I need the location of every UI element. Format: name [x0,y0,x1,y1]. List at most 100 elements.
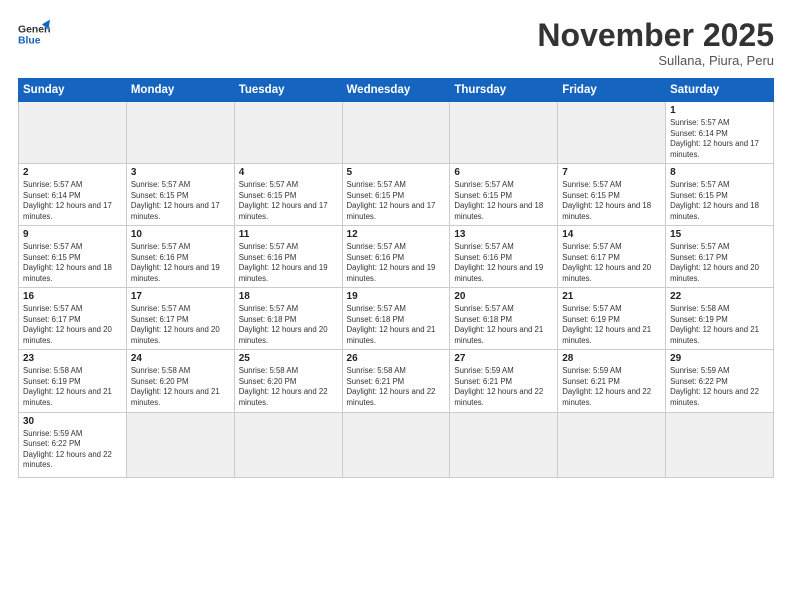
table-row: 8 Sunrise: 5:57 AM Sunset: 6:15 PM Daylig… [666,164,774,226]
table-row [234,102,342,164]
table-row [342,102,450,164]
day-number: 8 [670,167,769,178]
table-row: 28 Sunrise: 5:59 AM Sunset: 6:21 PM Dayli… [558,350,666,412]
day-number: 21 [562,291,661,302]
title-block: November 2025 Sullana, Piura, Peru [537,18,774,68]
table-row [558,412,666,477]
location-subtitle: Sullana, Piura, Peru [537,53,774,68]
table-row [342,412,450,477]
table-row [558,102,666,164]
table-row: 15 Sunrise: 5:57 AM Sunset: 6:17 PM Dayli… [666,226,774,288]
table-row: 6 Sunrise: 5:57 AM Sunset: 6:15 PM Daylig… [450,164,558,226]
day-info: Sunrise: 5:57 AM Sunset: 6:16 PM Dayligh… [454,242,553,284]
day-number: 7 [562,167,661,178]
day-number: 22 [670,291,769,302]
day-info: Sunrise: 5:57 AM Sunset: 6:17 PM Dayligh… [131,304,230,346]
month-title: November 2025 [537,18,774,53]
day-number: 19 [347,291,446,302]
day-number: 13 [454,229,553,240]
day-info: Sunrise: 5:57 AM Sunset: 6:15 PM Dayligh… [562,180,661,222]
day-number: 14 [562,229,661,240]
day-info: Sunrise: 5:57 AM Sunset: 6:16 PM Dayligh… [239,242,338,284]
header-monday: Monday [126,79,234,102]
day-number: 12 [347,229,446,240]
day-number: 25 [239,353,338,364]
table-row: 12Sunrise: 5:57 AM Sunset: 6:16 PM Dayli… [342,226,450,288]
table-row: 29 Sunrise: 5:59 AM Sunset: 6:22 PM Dayli… [666,350,774,412]
table-row: 22 Sunrise: 5:58 AM Sunset: 6:19 PM Dayli… [666,288,774,350]
day-info: Sunrise: 5:57 AM Sunset: 6:19 PM Dayligh… [562,304,661,346]
table-row: 1Sunrise: 5:57 AM Sunset: 6:14 PM Daylig… [666,102,774,164]
day-info: Sunrise: 5:57 AM Sunset: 6:15 PM Dayligh… [454,180,553,222]
day-number: 17 [131,291,230,302]
calendar-header-row: Sunday Monday Tuesday Wednesday Thursday… [19,79,774,102]
header-friday: Friday [558,79,666,102]
table-row: 26Sunrise: 5:58 AM Sunset: 6:21 PM Dayli… [342,350,450,412]
day-info: Sunrise: 5:58 AM Sunset: 6:20 PM Dayligh… [131,366,230,408]
day-number: 15 [670,229,769,240]
day-number: 5 [347,167,446,178]
table-row [19,102,127,164]
day-info: Sunrise: 5:57 AM Sunset: 6:15 PM Dayligh… [131,180,230,222]
logo: General Blue [18,18,50,50]
day-info: Sunrise: 5:57 AM Sunset: 6:17 PM Dayligh… [23,304,122,346]
table-row: 11Sunrise: 5:57 AM Sunset: 6:16 PM Dayli… [234,226,342,288]
day-info: Sunrise: 5:59 AM Sunset: 6:21 PM Dayligh… [562,366,661,408]
day-info: Sunrise: 5:57 AM Sunset: 6:15 PM Dayligh… [347,180,446,222]
day-info: Sunrise: 5:57 AM Sunset: 6:18 PM Dayligh… [454,304,553,346]
day-info: Sunrise: 5:57 AM Sunset: 6:15 PM Dayligh… [239,180,338,222]
day-info: Sunrise: 5:59 AM Sunset: 6:22 PM Dayligh… [670,366,769,408]
day-number: 2 [23,167,122,178]
header: General Blue November 2025 Sullana, Piur… [18,18,774,68]
table-row: 25 Sunrise: 5:58 AM Sunset: 6:20 PM Dayli… [234,350,342,412]
day-number: 3 [131,167,230,178]
svg-text:Blue: Blue [18,36,41,47]
table-row: 18Sunrise: 5:57 AM Sunset: 6:18 PM Dayli… [234,288,342,350]
day-number: 10 [131,229,230,240]
header-wednesday: Wednesday [342,79,450,102]
table-row: 30Sunrise: 5:59 AM Sunset: 6:22 PM Dayli… [19,412,127,477]
day-info: Sunrise: 5:59 AM Sunset: 6:21 PM Dayligh… [454,366,553,408]
day-info: Sunrise: 5:57 AM Sunset: 6:15 PM Dayligh… [670,180,769,222]
day-number: 4 [239,167,338,178]
table-row: 20 Sunrise: 5:57 AM Sunset: 6:18 PM Dayli… [450,288,558,350]
table-row: 23Sunrise: 5:58 AM Sunset: 6:19 PM Dayli… [19,350,127,412]
day-info: Sunrise: 5:57 AM Sunset: 6:14 PM Dayligh… [23,180,122,222]
header-saturday: Saturday [666,79,774,102]
day-number: 26 [347,353,446,364]
day-number: 9 [23,229,122,240]
day-info: Sunrise: 5:57 AM Sunset: 6:17 PM Dayligh… [562,242,661,284]
day-number: 27 [454,353,553,364]
day-number: 30 [23,416,122,427]
table-row: 3 Sunrise: 5:57 AM Sunset: 6:15 PM Daylig… [126,164,234,226]
header-tuesday: Tuesday [234,79,342,102]
table-row [126,102,234,164]
table-row: 4 Sunrise: 5:57 AM Sunset: 6:15 PM Daylig… [234,164,342,226]
day-number: 29 [670,353,769,364]
table-row [450,102,558,164]
day-info: Sunrise: 5:57 AM Sunset: 6:18 PM Dayligh… [239,304,338,346]
table-row: 5 Sunrise: 5:57 AM Sunset: 6:15 PM Daylig… [342,164,450,226]
table-row: 10Sunrise: 5:57 AM Sunset: 6:16 PM Dayli… [126,226,234,288]
day-number: 20 [454,291,553,302]
table-row: 9Sunrise: 5:57 AM Sunset: 6:15 PM Daylig… [19,226,127,288]
header-thursday: Thursday [450,79,558,102]
day-number: 16 [23,291,122,302]
day-info: Sunrise: 5:57 AM Sunset: 6:18 PM Dayligh… [347,304,446,346]
day-number: 24 [131,353,230,364]
day-number: 6 [454,167,553,178]
day-number: 1 [670,105,769,116]
day-number: 28 [562,353,661,364]
table-row: 13 Sunrise: 5:57 AM Sunset: 6:16 PM Dayli… [450,226,558,288]
day-number: 23 [23,353,122,364]
day-info: Sunrise: 5:58 AM Sunset: 6:19 PM Dayligh… [670,304,769,346]
day-info: Sunrise: 5:58 AM Sunset: 6:20 PM Dayligh… [239,366,338,408]
generalblue-logo-icon: General Blue [18,18,50,50]
table-row [450,412,558,477]
table-row [234,412,342,477]
day-info: Sunrise: 5:57 AM Sunset: 6:17 PM Dayligh… [670,242,769,284]
table-row [666,412,774,477]
table-row: 7 Sunrise: 5:57 AM Sunset: 6:15 PM Daylig… [558,164,666,226]
table-row: 16 Sunrise: 5:57 AM Sunset: 6:17 PM Dayli… [19,288,127,350]
table-row: 19 Sunrise: 5:57 AM Sunset: 6:18 PM Dayli… [342,288,450,350]
